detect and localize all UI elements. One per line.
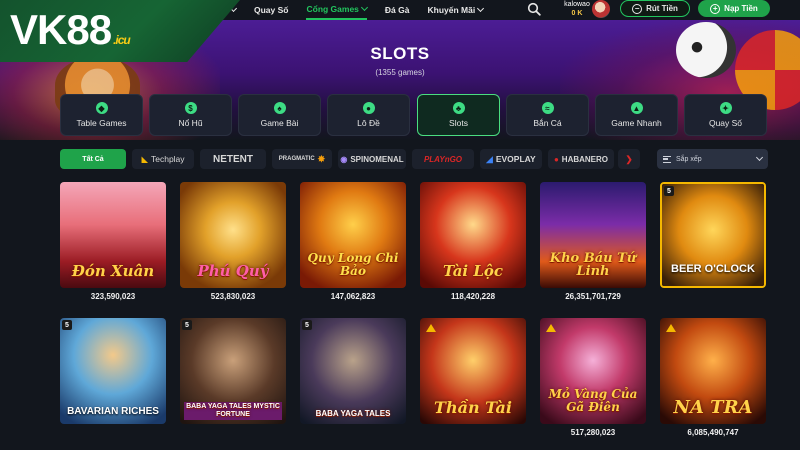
tab-game-bai[interactable]: ♠ Game Bài <box>238 94 321 136</box>
nav-item-da-ga[interactable]: Đá Gà <box>385 0 410 20</box>
provider-badge: 5 <box>62 320 72 330</box>
rocket-icon: ▲ <box>630 102 643 114</box>
game-title: Đón Xuân <box>71 262 155 280</box>
account-info[interactable]: kalowao 0 K <box>562 0 592 18</box>
game-card[interactable]: 5 BAVARIAN RICHES <box>60 318 166 424</box>
provider-netent[interactable]: NETENT <box>200 149 266 169</box>
game-card[interactable]: Đón Xuân <box>60 182 166 288</box>
game-card[interactable]: Phú Quý <box>180 182 286 288</box>
game-title: BABA YAGA TALES MYSTIC FORTUNE <box>184 402 282 420</box>
spinomenal-logo-icon: ◉ <box>340 154 348 164</box>
minus-icon: − <box>632 3 643 14</box>
jackpot-amount: 523,830,023 <box>210 292 256 301</box>
plus-icon: + <box>710 3 721 14</box>
game-card[interactable]: 5 BABA YAGA TALES <box>300 318 406 424</box>
nav-item-khuyen-mai[interactable]: Khuyến Mãi <box>428 0 485 20</box>
page: SLOTS (1355 games) Quay Số Cổng Games Đá… <box>0 0 800 450</box>
game-title: Kho Báu Tứ Linh <box>549 251 637 279</box>
cherry-icon: ♣ <box>452 102 465 114</box>
provider-techplay[interactable]: ◣ Techplay <box>132 149 194 169</box>
jackpot-amount: 147,062,823 <box>330 292 376 301</box>
game-title: Quy Long Chi Bảo <box>307 251 399 278</box>
hot-icon <box>546 324 556 332</box>
provider-badge: 5 <box>664 186 674 196</box>
jackpot-amount: 26,351,701,729 <box>565 292 621 301</box>
deposit-button[interactable]: + Nạp Tiền <box>698 0 770 17</box>
jackpot-icon: $ <box>184 102 197 114</box>
chevron-down-icon <box>360 3 368 12</box>
chevron-down-icon <box>477 4 485 13</box>
site-logo[interactable]: VK88 .icu <box>10 6 131 54</box>
game-card[interactable]: 5 BABA YAGA TALES MYSTIC FORTUNE <box>180 318 286 424</box>
provider-pragmatic[interactable]: PRAGMATIC ✸ <box>272 149 332 169</box>
jackpot-amount: 118,420,228 <box>450 292 496 301</box>
tab-quay-so[interactable]: ✦ Quay Số <box>684 94 767 136</box>
game-card[interactable]: Mỏ Vàng Của Gã Điên <box>540 318 646 424</box>
lottery-ball-icon: ● <box>362 102 375 114</box>
game-card[interactable]: Quy Long Chi Bảo <box>300 182 406 288</box>
search-icon[interactable] <box>527 2 541 16</box>
provider-badge: 5 <box>182 320 192 330</box>
game-title: BAVARIAN RICHES <box>67 406 159 417</box>
username: kalowao <box>564 1 590 8</box>
panda-mascot-image <box>676 22 736 78</box>
evoplay-logo-icon: ◢ <box>486 153 493 164</box>
game-title: NA TRA <box>673 397 753 418</box>
nav-item-quay-so[interactable]: Quay Số <box>254 0 288 20</box>
avatar[interactable] <box>592 0 610 18</box>
game-count: (1355 games) <box>375 68 425 77</box>
hot-icon <box>666 324 676 332</box>
provider-playngo[interactable]: PLAYnGO <box>412 149 474 169</box>
game-title: Thần Tài <box>434 398 512 417</box>
tab-slots[interactable]: ♣ Slots <box>417 94 500 136</box>
cards-icon: ♠ <box>273 102 286 114</box>
tab-lo-de[interactable]: ● Lô Đề <box>327 94 410 136</box>
game-card[interactable]: NA TRA <box>660 318 766 424</box>
provider-more[interactable]: ❯ <box>618 149 640 169</box>
game-title: BEER O'CLOCK <box>671 263 755 275</box>
spin-icon: ✦ <box>719 102 732 114</box>
sort-dropdown[interactable]: Sắp xếp <box>657 149 768 169</box>
provider-all[interactable]: Tất Cả <box>60 149 126 169</box>
table-games-icon: ◆ <box>95 102 108 114</box>
nav-item-cong-games[interactable]: Cổng Games <box>306 0 368 20</box>
sort-icon <box>663 155 671 163</box>
provider-habanero[interactable]: ● HABANERO <box>548 149 614 169</box>
jackpot-amount: 6,085,490,747 <box>687 428 739 437</box>
game-card[interactable]: Tài Lộc <box>420 182 526 288</box>
tab-ban-ca[interactable]: ≈ Bắn Cá <box>506 94 589 136</box>
game-title: BABA YAGA TALES <box>315 409 391 418</box>
tab-no-hu[interactable]: $ Nổ Hũ <box>149 94 232 136</box>
chevron-right-icon: ❯ <box>625 153 633 164</box>
chevron-down-icon <box>755 153 764 162</box>
habanero-logo-icon: ● <box>553 154 559 164</box>
provider-spinomenal[interactable]: ◉ SPINOMENAL <box>338 149 406 169</box>
techplay-logo-icon: ◣ <box>141 153 148 164</box>
tab-table-games[interactable]: ◆ Table Games <box>60 94 143 136</box>
main-nav: Quay Số Cổng Games Đá Gà Khuyến Mãi <box>228 0 485 20</box>
provider-evoplay[interactable]: ◢ EVOPLAY <box>480 149 542 169</box>
hot-icon <box>426 324 436 332</box>
balance: 0 K <box>571 10 583 17</box>
withdraw-button[interactable]: − Rút Tiền <box>620 0 690 17</box>
game-title: Phú Quý <box>197 262 269 280</box>
provider-badge: 5 <box>302 320 312 330</box>
game-card[interactable]: Thần Tài <box>420 318 526 424</box>
tab-game-nhanh[interactable]: ▲ Game Nhanh <box>595 94 678 136</box>
fish-icon: ≈ <box>541 102 554 114</box>
game-title: Tài Lộc <box>442 262 504 280</box>
jackpot-amount: 517,280,023 <box>570 428 616 437</box>
game-title: Mỏ Vàng Của Gã Điên <box>548 387 638 414</box>
game-card[interactable]: 5 BEER O'CLOCK <box>660 182 766 288</box>
game-card[interactable]: Kho Báu Tứ Linh <box>540 182 646 288</box>
page-title: SLOTS <box>370 44 430 63</box>
pragmatic-logo-icon: ✸ <box>317 153 326 164</box>
jackpot-amount: 323,590,023 <box>90 292 136 301</box>
